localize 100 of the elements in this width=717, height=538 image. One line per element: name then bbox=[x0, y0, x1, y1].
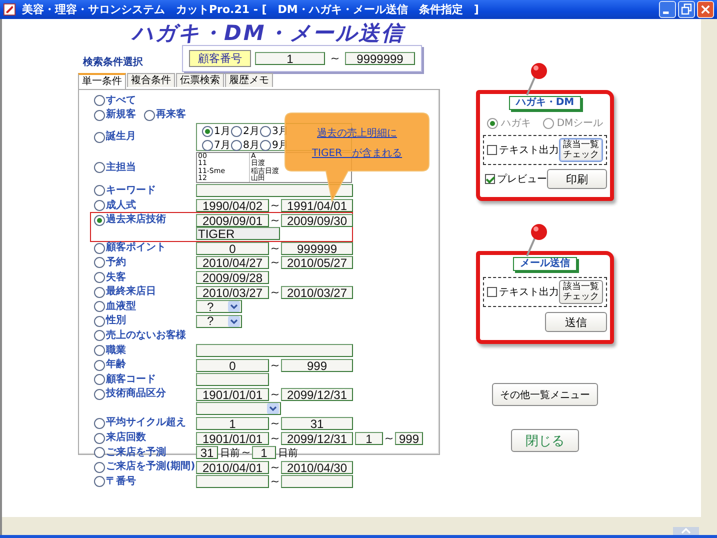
radio-button[interactable] bbox=[94, 345, 105, 356]
radio-button[interactable] bbox=[202, 140, 213, 151]
input-field[interactable]: 0 bbox=[196, 242, 269, 255]
print-button[interactable]: 印刷 bbox=[547, 169, 607, 189]
send-button[interactable]: 送信 bbox=[545, 312, 607, 332]
radio-button[interactable] bbox=[231, 126, 242, 137]
input-field[interactable]: 1 bbox=[252, 446, 276, 460]
criterion-label: 顧客コード bbox=[106, 374, 156, 386]
radio-button[interactable] bbox=[94, 162, 105, 174]
app-icon bbox=[3, 3, 16, 16]
radio-button[interactable] bbox=[94, 432, 105, 444]
customer-number-label: 顧客番号 bbox=[189, 50, 251, 67]
input-field[interactable] bbox=[196, 344, 353, 358]
radio-button[interactable] bbox=[260, 140, 271, 151]
month-label: 8月 bbox=[243, 139, 260, 152]
radio-button[interactable] bbox=[486, 118, 498, 128]
checkbox[interactable] bbox=[487, 287, 497, 297]
radio-button[interactable] bbox=[94, 388, 105, 400]
input-field[interactable]: 2009/09/28 bbox=[196, 271, 269, 284]
dropdown[interactable] bbox=[196, 402, 281, 416]
radio-button[interactable] bbox=[94, 257, 105, 268]
tilde: ~ bbox=[269, 432, 281, 445]
radio-button[interactable] bbox=[94, 360, 105, 371]
input-field[interactable]: 1 bbox=[196, 416, 269, 430]
radio-button[interactable] bbox=[542, 118, 554, 128]
input-field[interactable]: 2010/05/27 bbox=[281, 256, 353, 270]
radio-button[interactable] bbox=[94, 374, 105, 386]
radio-button[interactable] bbox=[94, 242, 105, 254]
criterion-label: すべて bbox=[106, 94, 136, 107]
radio-button[interactable] bbox=[94, 185, 105, 196]
radio-button[interactable] bbox=[94, 214, 105, 226]
minimize-icon[interactable] bbox=[659, 1, 676, 18]
radio-button[interactable] bbox=[94, 200, 105, 212]
criterion-label: 平均サイクル超え bbox=[106, 417, 186, 430]
radio-button[interactable] bbox=[94, 316, 105, 327]
close-icon[interactable] bbox=[697, 1, 714, 18]
radio-button[interactable] bbox=[94, 418, 105, 429]
window-title: 美容・理容・サロンシステム カットPro.21 - [ DM・ハガキ・メール送信 条件指定 ] bbox=[22, 2, 480, 17]
input-field[interactable]: 2009/09/30 bbox=[281, 214, 353, 227]
input-field[interactable] bbox=[196, 475, 269, 488]
input-field[interactable]: 999 bbox=[395, 432, 423, 445]
input-field[interactable]: 2010/04/01 bbox=[196, 460, 269, 474]
other-menu-button[interactable]: その他一覧メニュー bbox=[492, 383, 598, 406]
radio-button[interactable] bbox=[202, 126, 213, 137]
radio-button[interactable] bbox=[94, 286, 105, 298]
month-label: 2月 bbox=[243, 125, 260, 138]
radio-button[interactable] bbox=[260, 126, 271, 137]
input-field[interactable]: TIGER bbox=[196, 227, 280, 240]
close-button[interactable]: 閉じる bbox=[511, 429, 579, 452]
radio-button[interactable] bbox=[94, 272, 105, 284]
input-field[interactable]: 999 bbox=[281, 358, 353, 372]
input-field[interactable]: 2010/04/27 bbox=[196, 256, 269, 270]
input-field[interactable]: 2009/09/01 bbox=[196, 214, 269, 227]
radio-button[interactable] bbox=[231, 140, 242, 151]
checkbox[interactable] bbox=[485, 174, 495, 184]
restore-icon[interactable] bbox=[678, 1, 695, 18]
radio-button[interactable] bbox=[94, 110, 105, 121]
input-field[interactable]: 2099/12/31 bbox=[281, 432, 353, 445]
criterion-label: 失客 bbox=[106, 272, 126, 284]
input-field[interactable]: 999999 bbox=[281, 242, 353, 255]
radio-button[interactable] bbox=[94, 132, 105, 143]
input-field[interactable] bbox=[196, 184, 353, 198]
criterion-label: 再来客 bbox=[156, 109, 186, 122]
input-field[interactable]: 1990/04/02 bbox=[196, 199, 269, 212]
input-field[interactable]: 1 bbox=[255, 52, 325, 65]
dropdown[interactable]: ? bbox=[196, 300, 242, 314]
input-field[interactable]: 2010/03/27 bbox=[196, 286, 269, 299]
radio-button[interactable] bbox=[94, 447, 105, 458]
input-field[interactable]: 1991/04/01 bbox=[281, 199, 353, 212]
input-field[interactable]: 2099/12/31 bbox=[281, 388, 353, 401]
tilde: ~ bbox=[329, 52, 341, 65]
note-title: メール送信 bbox=[513, 257, 577, 271]
input-field[interactable]: 2010/03/27 bbox=[281, 286, 353, 299]
input-field[interactable] bbox=[281, 475, 353, 488]
input-field[interactable]: 31 bbox=[281, 416, 353, 430]
tab[interactable]: 伝票検索 bbox=[176, 73, 224, 87]
tab[interactable]: 単一条件 bbox=[78, 73, 126, 89]
criterion-label: 成人式 bbox=[106, 200, 136, 212]
dropdown[interactable]: ? bbox=[196, 314, 242, 328]
tilde: ~ bbox=[269, 214, 281, 227]
input-field[interactable] bbox=[196, 373, 269, 386]
input-field[interactable]: 9999999 bbox=[345, 52, 415, 65]
input-field[interactable]: 31 bbox=[196, 446, 218, 460]
check-list-button[interactable]: 該当一覧 チェック bbox=[559, 138, 603, 162]
check-list-button[interactable]: 該当一覧 チェック bbox=[559, 280, 603, 304]
radio-button[interactable] bbox=[94, 95, 105, 106]
input-field[interactable]: 1901/01/01 bbox=[196, 388, 269, 401]
radio-button[interactable] bbox=[94, 476, 105, 488]
input-field[interactable]: 1 bbox=[355, 432, 383, 445]
input-field[interactable]: 1901/01/01 bbox=[196, 432, 269, 445]
checkbox[interactable] bbox=[487, 145, 497, 155]
radio-button[interactable] bbox=[144, 110, 155, 121]
input-field[interactable]: 2010/04/30 bbox=[281, 460, 353, 474]
tab[interactable]: 履歴メモ bbox=[225, 73, 273, 87]
radio-button[interactable] bbox=[94, 330, 105, 342]
tab[interactable]: 複合条件 bbox=[127, 73, 175, 87]
radio-button[interactable] bbox=[94, 462, 105, 473]
unit-label: 日前 bbox=[278, 446, 298, 460]
input-field[interactable]: 0 bbox=[196, 358, 269, 372]
radio-button[interactable] bbox=[94, 301, 105, 312]
